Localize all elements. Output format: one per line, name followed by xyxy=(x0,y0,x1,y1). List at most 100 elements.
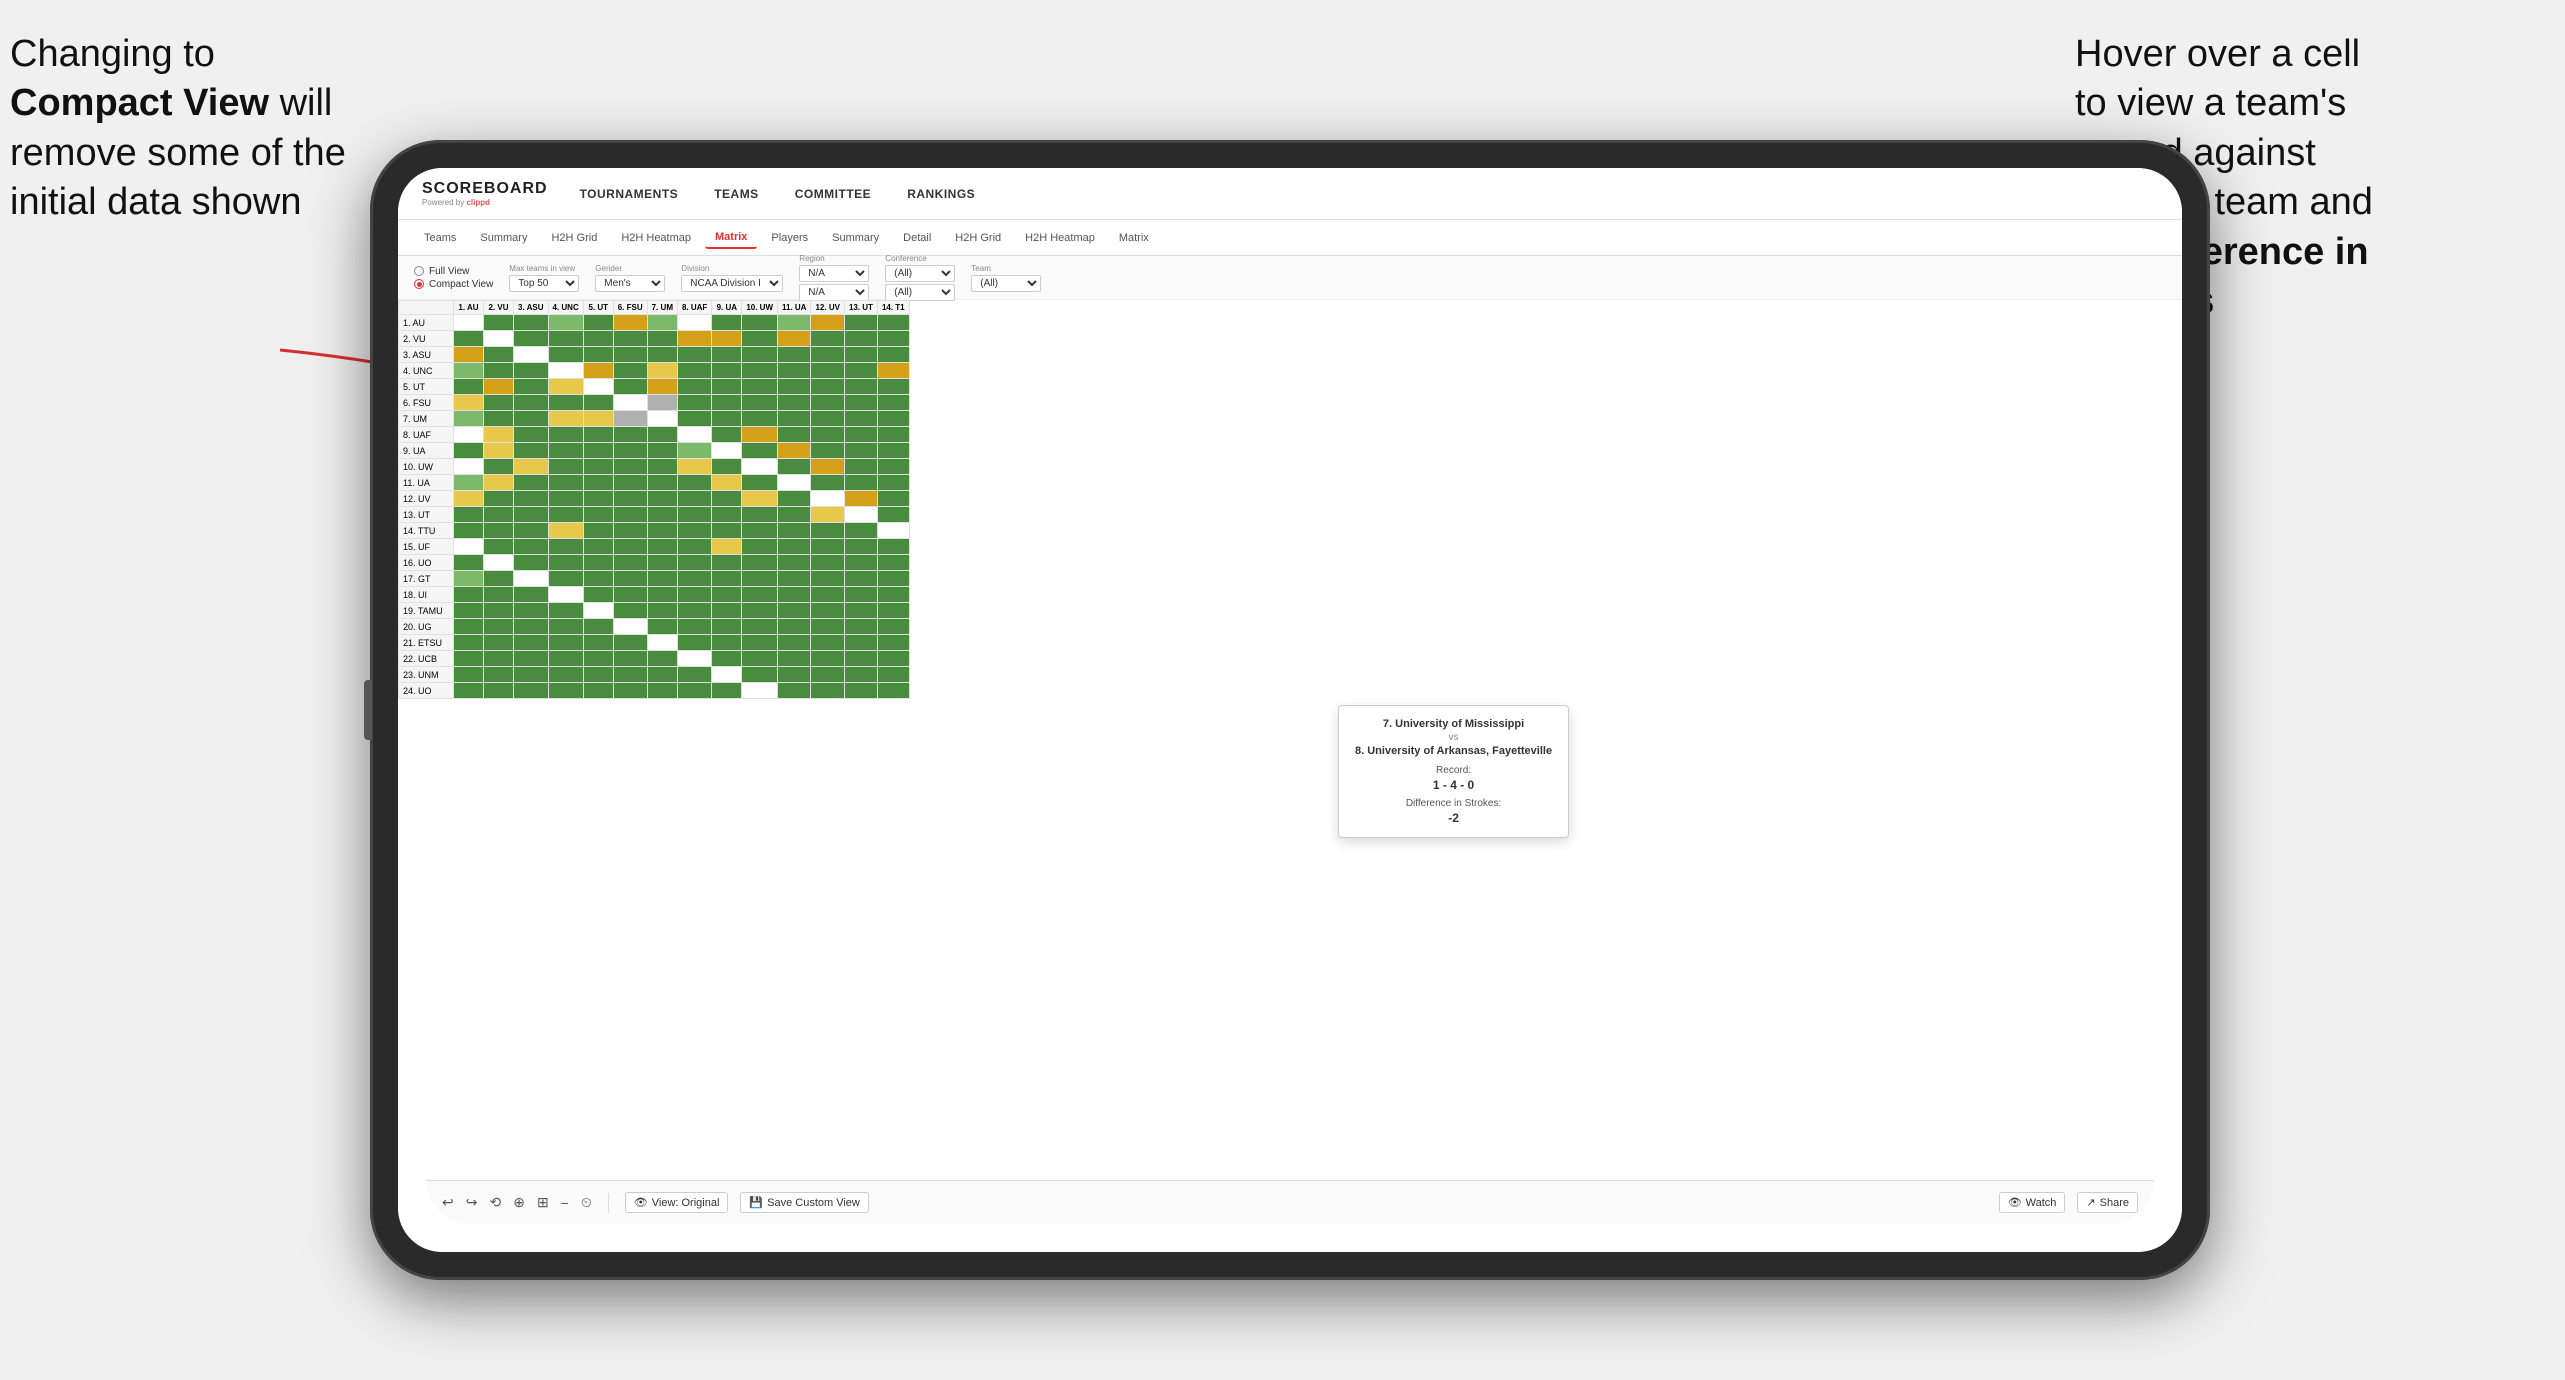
cell-20-0[interactable] xyxy=(454,635,484,651)
cell-6-8[interactable] xyxy=(712,411,742,427)
cell-14-5[interactable] xyxy=(613,539,647,555)
cell-17-7[interactable] xyxy=(677,587,711,603)
cell-12-4[interactable] xyxy=(583,507,613,523)
cell-8-2[interactable] xyxy=(514,443,549,459)
cell-7-4[interactable] xyxy=(583,427,613,443)
cell-15-0[interactable] xyxy=(454,555,484,571)
cell-20-7[interactable] xyxy=(677,635,711,651)
cell-2-2[interactable] xyxy=(514,347,549,363)
cell-4-2[interactable] xyxy=(514,379,549,395)
cell-10-1[interactable] xyxy=(484,475,514,491)
cell-13-0[interactable] xyxy=(454,523,484,539)
cell-21-10[interactable] xyxy=(778,651,811,667)
cell-15-8[interactable] xyxy=(712,555,742,571)
cell-20-3[interactable] xyxy=(548,635,583,651)
cell-3-7[interactable] xyxy=(677,363,711,379)
tab-teams[interactable]: Teams xyxy=(414,228,466,248)
cell-15-4[interactable] xyxy=(583,555,613,571)
cell-22-10[interactable] xyxy=(778,667,811,683)
cell-15-7[interactable] xyxy=(677,555,711,571)
cell-16-13[interactable] xyxy=(877,571,909,587)
cell-10-7[interactable] xyxy=(677,475,711,491)
cell-21-2[interactable] xyxy=(514,651,549,667)
cell-5-7[interactable] xyxy=(677,395,711,411)
cell-13-8[interactable] xyxy=(712,523,742,539)
cell-17-12[interactable] xyxy=(844,587,877,603)
tab-matrix[interactable]: Matrix xyxy=(705,227,757,249)
cell-13-9[interactable] xyxy=(742,523,778,539)
nav-tournaments[interactable]: TOURNAMENTS xyxy=(580,187,679,201)
gender-select[interactable]: Men's xyxy=(595,275,665,292)
cell-15-11[interactable] xyxy=(811,555,844,571)
cell-5-1[interactable] xyxy=(484,395,514,411)
nav-teams[interactable]: TEAMS xyxy=(714,187,759,201)
cell-8-1[interactable] xyxy=(484,443,514,459)
cell-2-6[interactable] xyxy=(647,347,677,363)
cell-23-13[interactable] xyxy=(877,683,909,699)
cell-8-3[interactable] xyxy=(548,443,583,459)
cell-13-5[interactable] xyxy=(613,523,647,539)
cell-21-7[interactable] xyxy=(677,651,711,667)
cell-7-3[interactable] xyxy=(548,427,583,443)
cell-18-3[interactable] xyxy=(548,603,583,619)
cell-9-10[interactable] xyxy=(778,459,811,475)
nav-rankings[interactable]: RANKINGS xyxy=(907,187,975,201)
cell-21-0[interactable] xyxy=(454,651,484,667)
cell-23-5[interactable] xyxy=(613,683,647,699)
cell-4-9[interactable] xyxy=(742,379,778,395)
cell-19-11[interactable] xyxy=(811,619,844,635)
cell-20-6[interactable] xyxy=(647,635,677,651)
cell-10-9[interactable] xyxy=(742,475,778,491)
cell-10-11[interactable] xyxy=(811,475,844,491)
cell-19-2[interactable] xyxy=(514,619,549,635)
cell-17-8[interactable] xyxy=(712,587,742,603)
cell-13-4[interactable] xyxy=(583,523,613,539)
cell-4-3[interactable] xyxy=(548,379,583,395)
cell-5-8[interactable] xyxy=(712,395,742,411)
cell-6-9[interactable] xyxy=(742,411,778,427)
cell-4-6[interactable] xyxy=(647,379,677,395)
cell-19-6[interactable] xyxy=(647,619,677,635)
cell-4-4[interactable] xyxy=(583,379,613,395)
cell-11-6[interactable] xyxy=(647,491,677,507)
cell-21-4[interactable] xyxy=(583,651,613,667)
cell-17-11[interactable] xyxy=(811,587,844,603)
cell-0-6[interactable] xyxy=(647,315,677,331)
cell-20-12[interactable] xyxy=(844,635,877,651)
cell-23-1[interactable] xyxy=(484,683,514,699)
cell-0-2[interactable] xyxy=(514,315,549,331)
cell-9-5[interactable] xyxy=(613,459,647,475)
cell-0-10[interactable] xyxy=(778,315,811,331)
cell-2-7[interactable] xyxy=(677,347,711,363)
tab-summary2[interactable]: Summary xyxy=(822,228,889,248)
cell-22-7[interactable] xyxy=(677,667,711,683)
cell-10-2[interactable] xyxy=(514,475,549,491)
cell-18-8[interactable] xyxy=(712,603,742,619)
cell-20-5[interactable] xyxy=(613,635,647,651)
cell-4-12[interactable] xyxy=(844,379,877,395)
cell-12-12[interactable] xyxy=(844,507,877,523)
cell-0-13[interactable] xyxy=(877,315,909,331)
cell-5-2[interactable] xyxy=(514,395,549,411)
cell-23-10[interactable] xyxy=(778,683,811,699)
cell-14-13[interactable] xyxy=(877,539,909,555)
cell-6-0[interactable] xyxy=(454,411,484,427)
cell-2-8[interactable] xyxy=(712,347,742,363)
cell-23-12[interactable] xyxy=(844,683,877,699)
cell-7-9[interactable] xyxy=(742,427,778,443)
cell-9-2[interactable] xyxy=(514,459,549,475)
watch-btn[interactable]: 👁 Watch xyxy=(1999,1192,2066,1213)
cell-5-10[interactable] xyxy=(778,395,811,411)
cell-21-12[interactable] xyxy=(844,651,877,667)
cell-8-9[interactable] xyxy=(742,443,778,459)
cell-13-12[interactable] xyxy=(844,523,877,539)
cell-11-11[interactable] xyxy=(811,491,844,507)
cell-11-5[interactable] xyxy=(613,491,647,507)
cell-3-3[interactable] xyxy=(548,363,583,379)
cell-12-8[interactable] xyxy=(712,507,742,523)
tab-detail[interactable]: Detail xyxy=(893,228,941,248)
view-original-btn[interactable]: 👁 View: Original xyxy=(625,1192,729,1213)
cell-3-8[interactable] xyxy=(712,363,742,379)
cell-20-4[interactable] xyxy=(583,635,613,651)
cell-0-0[interactable] xyxy=(454,315,484,331)
